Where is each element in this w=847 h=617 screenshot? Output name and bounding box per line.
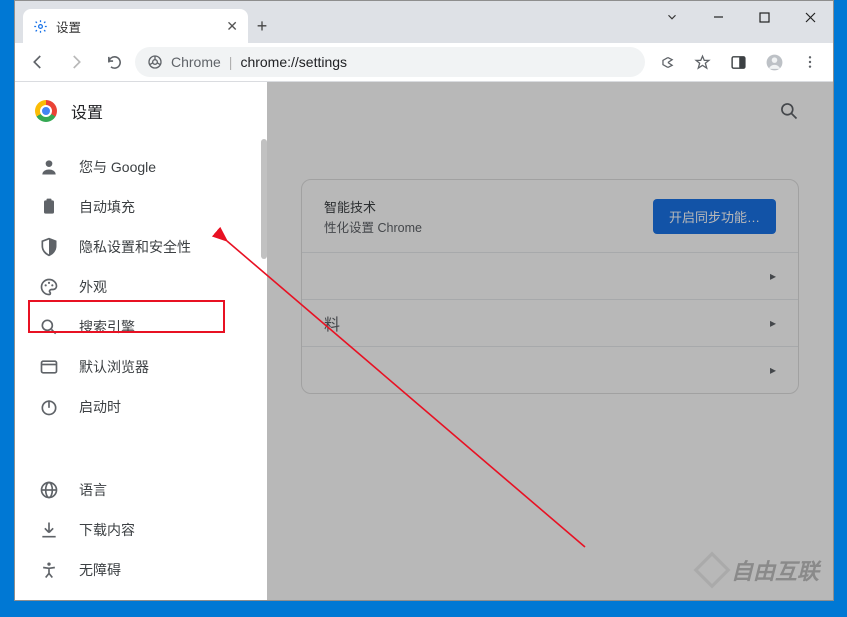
card-row[interactable]: 料▸ xyxy=(302,299,798,346)
sidebar-item-search-engine[interactable]: 搜索引擎 xyxy=(15,307,267,347)
sidebar-item-label: 外观 xyxy=(79,277,107,297)
enable-sync-button[interactable]: 开启同步功能… xyxy=(653,199,776,234)
kebab-menu-icon[interactable] xyxy=(793,46,827,78)
toolbar: Chrome | chrome://settings xyxy=(15,43,833,82)
content-area: 智能技术 性化设置 Chrome 开启同步功能… ▸ 料▸ ▸ 设置 您与 Go… xyxy=(15,82,833,600)
chevron-right-icon: ▸ xyxy=(770,269,776,283)
address-bar[interactable]: Chrome | chrome://settings xyxy=(135,47,645,77)
back-button[interactable] xyxy=(21,46,55,78)
address-prefix: Chrome xyxy=(171,54,221,70)
chevron-right-icon: ▸ xyxy=(770,316,776,330)
share-icon[interactable] xyxy=(649,46,683,78)
sidebar-item-default-browser[interactable]: 默认浏览器 xyxy=(15,347,267,387)
chrome-window: 设置 ✕ + Chrome | chrome://settings xyxy=(14,0,834,601)
card-header-row: 智能技术 性化设置 Chrome 开启同步功能… xyxy=(302,180,798,252)
sidebar-item-autofill[interactable]: 自动填充 xyxy=(15,187,267,227)
person-icon xyxy=(39,157,59,177)
sidebar-scroll[interactable]: 您与 Google 自动填充隐私设置和安全性外观搜索引擎默认浏览器启动时 语言下载… xyxy=(15,139,267,600)
titlebar: 设置 ✕ + xyxy=(15,1,833,43)
watermark-logo-icon xyxy=(694,552,731,589)
chrome-info-icon xyxy=(147,54,163,70)
sidebar-item-label: 语言 xyxy=(79,480,107,500)
sidebar-header: 设置 xyxy=(15,82,267,139)
search-icon xyxy=(39,317,59,337)
chevron-right-icon: ▸ xyxy=(770,363,776,377)
sidebar-item-label: 自动填充 xyxy=(79,197,135,217)
search-settings-icon[interactable] xyxy=(779,101,799,121)
sidebar-item-accessibility[interactable]: 无障碍 xyxy=(15,550,267,590)
sidebar-item-label: 无障碍 xyxy=(79,560,121,580)
card-row[interactable]: ▸ xyxy=(302,346,798,393)
download-icon xyxy=(39,520,59,540)
clipboard-icon xyxy=(39,197,59,217)
maximize-button[interactable] xyxy=(741,1,787,33)
tabs-dropdown-icon[interactable] xyxy=(649,1,695,33)
sidebar-item-label: 搜索引擎 xyxy=(79,317,135,337)
power-icon xyxy=(39,397,59,417)
window-controls xyxy=(649,1,833,33)
sidebar-item-language[interactable]: 语言 xyxy=(15,470,267,510)
card-header-line2: 性化设置 Chrome xyxy=(324,217,422,236)
new-tab-button[interactable]: + xyxy=(248,9,276,43)
reload-button[interactable] xyxy=(97,46,131,78)
address-url: chrome://settings xyxy=(240,54,347,70)
settings-sidebar: 设置 您与 Google 自动填充隐私设置和安全性外观搜索引擎默认浏览器启动时 语… xyxy=(15,82,267,600)
access-icon xyxy=(39,560,59,580)
card-row[interactable]: ▸ xyxy=(302,252,798,299)
palette-icon xyxy=(39,277,59,297)
forward-button[interactable] xyxy=(59,46,93,78)
sidebar-separator xyxy=(15,451,267,452)
tab-close-icon[interactable]: ✕ xyxy=(226,18,238,35)
globe-icon xyxy=(39,480,59,500)
sidebar-item-you-and-google[interactable]: 您与 Google xyxy=(15,147,267,187)
profile-card: 智能技术 性化设置 Chrome 开启同步功能… ▸ 料▸ ▸ xyxy=(301,179,799,394)
sidebar-item-label: 下载内容 xyxy=(79,520,135,540)
sidebar-item-label: 您与 Google xyxy=(79,157,156,177)
sidebar-item-label: 默认浏览器 xyxy=(79,357,149,377)
bookmark-icon[interactable] xyxy=(685,46,719,78)
close-window-button[interactable] xyxy=(787,1,833,33)
sidebar-item-label: 启动时 xyxy=(79,397,121,417)
watermark: 自由互联 xyxy=(699,554,819,586)
profile-icon[interactable] xyxy=(757,46,791,78)
sidebar-item-system[interactable]: 系统 xyxy=(15,590,267,600)
sidebar-item-on-startup[interactable]: 启动时 xyxy=(15,387,267,427)
settings-panel: 智能技术 性化设置 Chrome 开启同步功能… ▸ 料▸ ▸ xyxy=(267,82,833,600)
browser-tab[interactable]: 设置 ✕ xyxy=(23,9,248,43)
sidebar-item-label: 隐私设置和安全性 xyxy=(79,237,191,257)
card-header-line1: 智能技术 xyxy=(324,200,376,215)
gear-icon xyxy=(33,19,48,34)
sidebar-item-downloads[interactable]: 下载内容 xyxy=(15,510,267,550)
minimize-button[interactable] xyxy=(695,1,741,33)
chrome-logo-icon xyxy=(35,100,57,122)
sidebar-item-appearance[interactable]: 外观 xyxy=(15,267,267,307)
side-panel-icon[interactable] xyxy=(721,46,755,78)
sidebar-title: 设置 xyxy=(71,99,103,123)
shield-icon xyxy=(39,237,59,257)
sidebar-item-privacy-security[interactable]: 隐私设置和安全性 xyxy=(15,227,267,267)
browser-icon xyxy=(39,357,59,377)
tab-title: 设置 xyxy=(56,17,81,36)
